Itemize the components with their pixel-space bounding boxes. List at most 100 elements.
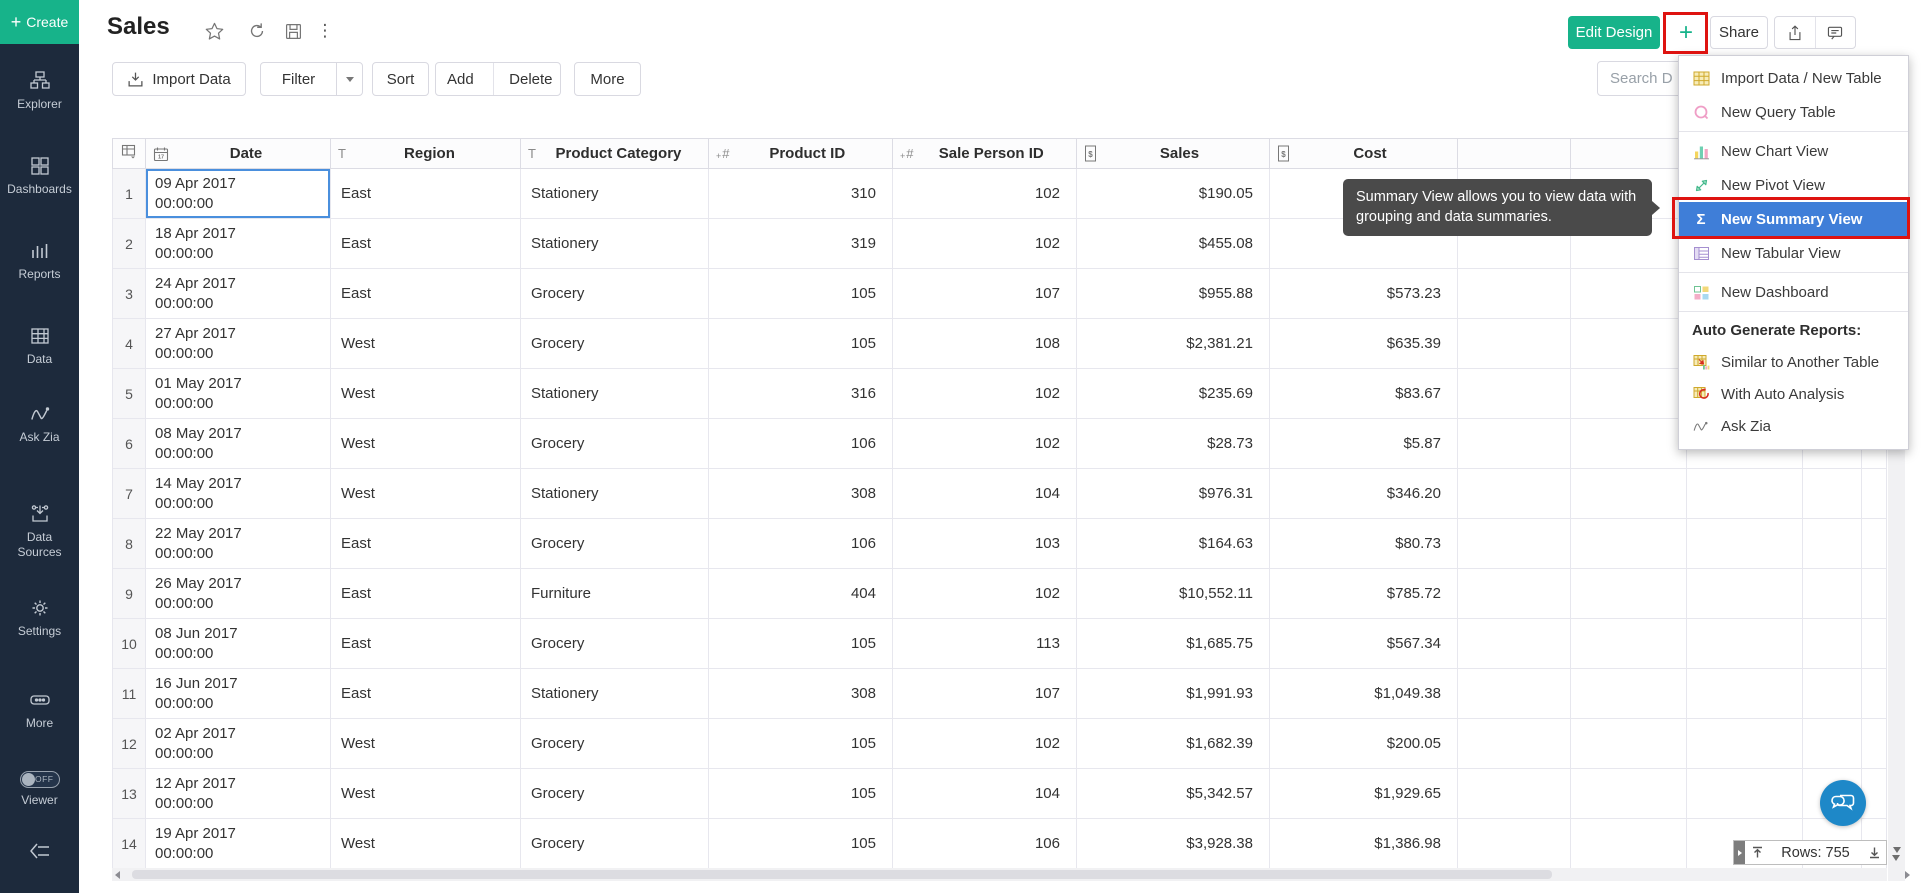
cell-sale-person-id[interactable]: 102 xyxy=(893,569,1077,619)
export-button[interactable] xyxy=(1775,17,1815,48)
status-dropdown-arrow-icon[interactable] xyxy=(1893,847,1901,853)
menu-item-new-summary-view[interactable]: Σ New Summary View xyxy=(1679,202,1908,236)
row-number[interactable]: 6 xyxy=(113,419,146,469)
add-view-plus-button[interactable]: + xyxy=(1668,16,1704,49)
cell-empty[interactable] xyxy=(1458,519,1571,569)
row-number[interactable]: 3 xyxy=(113,269,146,319)
cell-empty[interactable] xyxy=(1571,469,1687,519)
delete-button[interactable]: Delete xyxy=(502,71,560,88)
chat-fab-button[interactable] xyxy=(1820,780,1866,826)
cell-region[interactable]: West xyxy=(331,419,521,469)
cell-product-id[interactable]: 319 xyxy=(709,219,893,269)
cell-date[interactable]: 08 May 2017 00:00:00 xyxy=(146,419,331,469)
viewer-toggle[interactable]: OFF xyxy=(20,771,60,788)
add-button[interactable]: Add xyxy=(436,71,485,88)
cell-sales[interactable]: $5,342.57 xyxy=(1077,769,1270,819)
cell-region[interactable]: West xyxy=(331,319,521,369)
cell-empty[interactable] xyxy=(1803,669,1862,719)
cell-region[interactable]: East xyxy=(331,519,521,569)
cell-date[interactable]: 18 Apr 2017 00:00:00 xyxy=(146,219,331,269)
cell-date[interactable]: 02 Apr 2017 00:00:00 xyxy=(146,719,331,769)
cell-region[interactable]: East xyxy=(331,669,521,719)
cell-product-category[interactable]: Grocery xyxy=(521,519,709,569)
cell-date[interactable]: 26 May 2017 00:00:00 xyxy=(146,569,331,619)
cell-sales[interactable]: $3,928.38 xyxy=(1077,819,1270,869)
cell-empty[interactable] xyxy=(1862,719,1887,769)
cell-empty[interactable] xyxy=(1458,619,1571,669)
sidebar-item-viewer[interactable]: OFF Viewer xyxy=(0,771,79,808)
sidebar-item-ask-zia[interactable]: Ask Zia xyxy=(0,403,79,445)
row-number[interactable]: 9 xyxy=(113,569,146,619)
cell-date[interactable]: 09 Apr 2017 00:00:00 xyxy=(146,169,331,219)
cell-empty[interactable] xyxy=(1803,719,1862,769)
menu-item-new-pivot-view[interactable]: New Pivot View xyxy=(1679,168,1908,202)
column-header-sale-person-id[interactable]: +# Sale Person ID xyxy=(893,139,1077,169)
column-chooser[interactable] xyxy=(113,139,146,169)
cell-date[interactable]: 14 May 2017 00:00:00 xyxy=(146,469,331,519)
scroll-left-arrow-icon[interactable] xyxy=(115,871,120,879)
status-drag-handle[interactable] xyxy=(1734,841,1745,864)
cell-cost[interactable]: $200.05 xyxy=(1270,719,1458,769)
cell-sale-person-id[interactable]: 102 xyxy=(893,219,1077,269)
cell-empty[interactable] xyxy=(1571,569,1687,619)
cell-region[interactable]: East xyxy=(331,569,521,619)
cell-empty[interactable] xyxy=(1687,469,1803,519)
save-icon[interactable] xyxy=(281,19,305,43)
cell-empty[interactable] xyxy=(1803,469,1862,519)
cell-product-id[interactable]: 308 xyxy=(709,469,893,519)
cell-date[interactable]: 01 May 2017 00:00:00 xyxy=(146,369,331,419)
cell-empty[interactable] xyxy=(1458,819,1571,869)
scroll-right-arrow-icon[interactable] xyxy=(1905,871,1910,879)
cell-cost[interactable]: $785.72 xyxy=(1270,569,1458,619)
cell-date[interactable]: 12 Apr 2017 00:00:00 xyxy=(146,769,331,819)
row-number[interactable]: 1 xyxy=(113,169,146,219)
menu-item-new-tabular-view[interactable]: New Tabular View xyxy=(1679,236,1908,270)
refresh-icon[interactable] xyxy=(245,19,269,43)
cell-empty[interactable] xyxy=(1458,269,1571,319)
cell-empty[interactable] xyxy=(1458,319,1571,369)
cell-empty[interactable] xyxy=(1571,519,1687,569)
go-to-first-row-button[interactable] xyxy=(1745,845,1769,860)
column-header-region[interactable]: T Region xyxy=(331,139,521,169)
cell-region[interactable]: West xyxy=(331,769,521,819)
cell-product-category[interactable]: Stationery xyxy=(521,469,709,519)
menu-item-new-chart-view[interactable]: New Chart View xyxy=(1679,134,1908,168)
menu-item-similar-to-another-table[interactable]: Similar to Another Table xyxy=(1679,346,1908,378)
cell-cost[interactable]: $1,049.38 xyxy=(1270,669,1458,719)
cell-product-category[interactable]: Stationery xyxy=(521,219,709,269)
cell-sale-person-id[interactable]: 102 xyxy=(893,169,1077,219)
cell-empty[interactable] xyxy=(1862,569,1887,619)
cell-region[interactable]: East xyxy=(331,169,521,219)
row-number[interactable]: 13 xyxy=(113,769,146,819)
cell-sale-person-id[interactable]: 107 xyxy=(893,269,1077,319)
sort-button[interactable]: Sort xyxy=(372,62,429,96)
share-button[interactable]: Share xyxy=(1710,16,1768,49)
cell-region[interactable]: West xyxy=(331,469,521,519)
cell-product-category[interactable]: Grocery xyxy=(521,719,709,769)
cell-empty[interactable] xyxy=(1458,469,1571,519)
cell-product-category[interactable]: Furniture xyxy=(521,569,709,619)
cell-empty[interactable] xyxy=(1803,569,1862,619)
cell-empty[interactable] xyxy=(1571,619,1687,669)
cell-cost[interactable]: $567.34 xyxy=(1270,619,1458,669)
cell-cost[interactable]: $83.67 xyxy=(1270,369,1458,419)
row-number[interactable]: 4 xyxy=(113,319,146,369)
row-number[interactable]: 2 xyxy=(113,219,146,269)
cell-empty[interactable] xyxy=(1862,669,1887,719)
import-data-button[interactable]: Import Data xyxy=(112,62,246,96)
menu-item-new-dashboard[interactable]: New Dashboard xyxy=(1679,275,1908,309)
cell-empty[interactable] xyxy=(1687,569,1803,619)
cell-product-id[interactable]: 404 xyxy=(709,569,893,619)
cell-empty[interactable] xyxy=(1571,319,1687,369)
cell-sale-person-id[interactable]: 103 xyxy=(893,519,1077,569)
cell-empty[interactable] xyxy=(1458,369,1571,419)
cell-sales[interactable]: $190.05 xyxy=(1077,169,1270,219)
cell-empty[interactable] xyxy=(1458,419,1571,469)
cell-empty[interactable] xyxy=(1687,519,1803,569)
cell-region[interactable]: West xyxy=(331,719,521,769)
row-number[interactable]: 7 xyxy=(113,469,146,519)
cell-cost[interactable]: $573.23 xyxy=(1270,269,1458,319)
menu-item-import-data-new-table[interactable]: Import Data / New Table xyxy=(1679,61,1908,95)
column-header-product-id[interactable]: +# Product ID xyxy=(709,139,893,169)
cell-product-category[interactable]: Stationery xyxy=(521,669,709,719)
